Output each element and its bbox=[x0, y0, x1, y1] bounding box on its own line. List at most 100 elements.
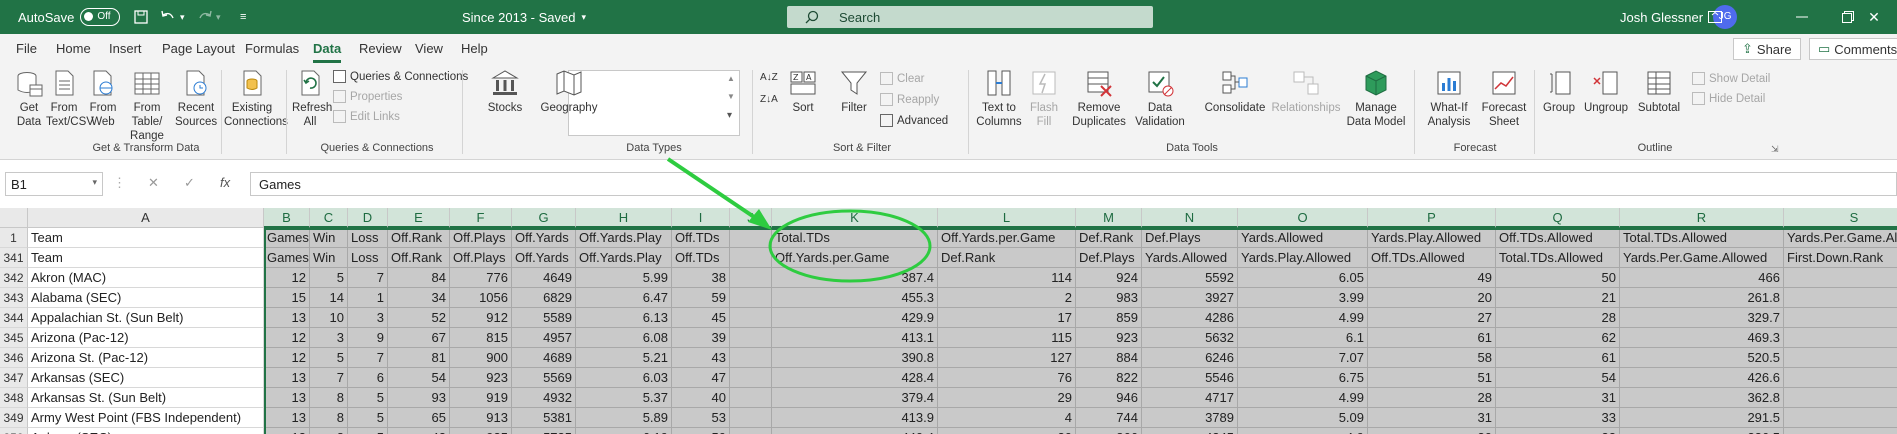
cell-k-341[interactable]: Off.Yards.per.Game bbox=[772, 248, 938, 268]
cell-s-1[interactable]: Yards.Per.Game.Allowed bbox=[1784, 228, 1897, 248]
column-header-b[interactable]: B bbox=[264, 208, 310, 228]
refresh-all-button[interactable]: Refresh All bbox=[292, 68, 332, 129]
cell-m-346[interactable]: 884 bbox=[1076, 348, 1142, 368]
redo-dropdown-icon[interactable]: ▾ bbox=[216, 0, 221, 34]
column-header-c[interactable]: C bbox=[310, 208, 348, 228]
geography-button[interactable]: Geography bbox=[537, 68, 601, 115]
cell-m-350[interactable]: 866 bbox=[1076, 428, 1142, 434]
cell-b-343[interactable]: 15 bbox=[264, 288, 310, 308]
cell-m-1[interactable]: Def.Rank bbox=[1076, 228, 1142, 248]
autosave-control[interactable]: AutoSave Off bbox=[18, 0, 121, 34]
tab-page-layout[interactable]: Page Layout bbox=[162, 41, 235, 56]
dialog-launcher-icon[interactable]: ⇲ bbox=[1771, 144, 1779, 155]
cell-r-347[interactable]: 426.6 bbox=[1620, 368, 1784, 388]
cell-q-1[interactable]: Off.TDs.Allowed bbox=[1496, 228, 1620, 248]
cell-b-349[interactable]: 13 bbox=[264, 408, 310, 428]
cell-g-342[interactable]: 4649 bbox=[512, 268, 576, 288]
cell-n-346[interactable]: 6246 bbox=[1142, 348, 1238, 368]
autosave-toggle[interactable]: Off bbox=[80, 8, 121, 26]
cell-k-347[interactable]: 428.4 bbox=[772, 368, 938, 388]
row-header[interactable]: 345 bbox=[0, 328, 28, 348]
text-to-columns-button[interactable]: Text to Columns bbox=[974, 68, 1024, 129]
cell-q-349[interactable]: 33 bbox=[1496, 408, 1620, 428]
cell-e-350[interactable]: 42 bbox=[388, 428, 450, 434]
cell-f-341[interactable]: Off.Plays bbox=[450, 248, 512, 268]
cell-q-342[interactable]: 50 bbox=[1496, 268, 1620, 288]
cell-e-1[interactable]: Off.Rank bbox=[388, 228, 450, 248]
consolidate-button[interactable]: Consolidate bbox=[1204, 68, 1266, 115]
cell-h-343[interactable]: 6.47 bbox=[576, 288, 672, 308]
cell-o-1[interactable]: Yards.Allowed bbox=[1238, 228, 1368, 248]
cell-b-350[interactable]: 13 bbox=[264, 428, 310, 434]
row-header[interactable]: 349 bbox=[0, 408, 28, 428]
cell-g-347[interactable]: 5569 bbox=[512, 368, 576, 388]
cell-s-345[interactable] bbox=[1784, 328, 1897, 348]
column-header-h[interactable]: H bbox=[576, 208, 672, 228]
from-web-button[interactable]: From Web bbox=[88, 68, 118, 129]
cell-l-348[interactable]: 29 bbox=[938, 388, 1076, 408]
relationships-button[interactable]: Relationships bbox=[1270, 68, 1342, 115]
cell-l-345[interactable]: 115 bbox=[938, 328, 1076, 348]
cell-a-342[interactable]: Akron (MAC) bbox=[28, 268, 264, 288]
cell-l-344[interactable]: 17 bbox=[938, 308, 1076, 328]
cell-c-350[interactable]: 8 bbox=[310, 428, 348, 434]
row-header[interactable]: 344 bbox=[0, 308, 28, 328]
cell-k-346[interactable]: 390.8 bbox=[772, 348, 938, 368]
cell-k-348[interactable]: 379.4 bbox=[772, 388, 938, 408]
manage-data-model-button[interactable]: Manage Data Model bbox=[1342, 68, 1410, 129]
cell-h-1[interactable]: Off.Yards.Play bbox=[576, 228, 672, 248]
cell-f-347[interactable]: 923 bbox=[450, 368, 512, 388]
undo-icon[interactable] bbox=[160, 0, 176, 34]
cell-i-1[interactable]: Off.TDs bbox=[672, 228, 730, 248]
cell-p-346[interactable]: 58 bbox=[1368, 348, 1496, 368]
cell-s-350[interactable] bbox=[1784, 428, 1897, 434]
cell-n-349[interactable]: 3789 bbox=[1142, 408, 1238, 428]
cell-g-341[interactable]: Off.Yards bbox=[512, 248, 576, 268]
cell-q-348[interactable]: 31 bbox=[1496, 388, 1620, 408]
cell-c-348[interactable]: 8 bbox=[310, 388, 348, 408]
tab-file[interactable]: File bbox=[16, 41, 37, 56]
filter-button[interactable]: Filter bbox=[836, 68, 872, 115]
hide-detail-button[interactable]: Hide Detail bbox=[1692, 92, 1765, 105]
what-if-analysis-button[interactable]: What-If Analysis bbox=[1422, 68, 1476, 129]
cell-n-350[interactable]: 4245 bbox=[1142, 428, 1238, 434]
column-header-s[interactable]: S bbox=[1784, 208, 1897, 228]
enter-icon[interactable]: ✓ bbox=[184, 175, 195, 191]
cell-s-349[interactable] bbox=[1784, 408, 1897, 428]
tab-insert[interactable]: Insert bbox=[109, 41, 142, 56]
sort-button[interactable]: ZA Sort bbox=[786, 68, 820, 115]
cell-n-1[interactable]: Def.Plays bbox=[1142, 228, 1238, 248]
remove-duplicates-button[interactable]: Remove Duplicates bbox=[1068, 68, 1130, 129]
cell-b-348[interactable]: 13 bbox=[264, 388, 310, 408]
cell-d-350[interactable]: 5 bbox=[348, 428, 388, 434]
minimize-icon[interactable] bbox=[1779, 0, 1825, 34]
cell-h-341[interactable]: Off.Yards.Play bbox=[576, 248, 672, 268]
cell-g-343[interactable]: 6829 bbox=[512, 288, 576, 308]
cell-k-342[interactable]: 387.4 bbox=[772, 268, 938, 288]
cell-r-348[interactable]: 362.8 bbox=[1620, 388, 1784, 408]
column-header-o[interactable]: O bbox=[1238, 208, 1368, 228]
cell-i-341[interactable]: Off.TDs bbox=[672, 248, 730, 268]
group-button[interactable]: Group bbox=[1540, 68, 1578, 115]
cell-k-345[interactable]: 413.1 bbox=[772, 328, 938, 348]
cell-c-341[interactable]: Win bbox=[310, 248, 348, 268]
cell-a-347[interactable]: Arkansas (SEC) bbox=[28, 368, 264, 388]
cell-n-342[interactable]: 5592 bbox=[1142, 268, 1238, 288]
cell-o-343[interactable]: 3.99 bbox=[1238, 288, 1368, 308]
column-header-q[interactable]: Q bbox=[1496, 208, 1620, 228]
document-title[interactable]: Since 2013 - Saved ▾ bbox=[462, 0, 586, 34]
cell-l-350[interactable]: 20 bbox=[938, 428, 1076, 434]
cell-r-344[interactable]: 329.7 bbox=[1620, 308, 1784, 328]
gallery-scroll-down-icon[interactable]: ▼ bbox=[727, 92, 735, 101]
tab-home[interactable]: Home bbox=[56, 41, 91, 56]
cell-h-347[interactable]: 6.03 bbox=[576, 368, 672, 388]
advanced-filter-button[interactable]: Advanced bbox=[880, 114, 948, 127]
cell-d-348[interactable]: 5 bbox=[348, 388, 388, 408]
cell-e-341[interactable]: Off.Rank bbox=[388, 248, 450, 268]
cell-l-349[interactable]: 4 bbox=[938, 408, 1076, 428]
column-header-m[interactable]: M bbox=[1076, 208, 1142, 228]
column-header-d[interactable]: D bbox=[348, 208, 388, 228]
cell-l-346[interactable]: 127 bbox=[938, 348, 1076, 368]
cell-e-346[interactable]: 81 bbox=[388, 348, 450, 368]
cell-k-343[interactable]: 455.3 bbox=[772, 288, 938, 308]
